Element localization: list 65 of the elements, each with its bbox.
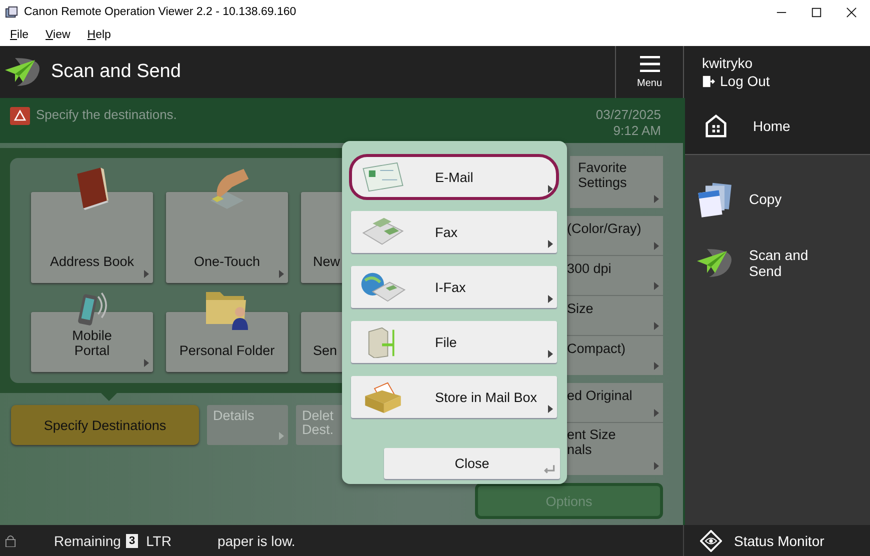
close-button[interactable]: Close (384, 448, 560, 479)
arrow-icon (548, 295, 553, 303)
menu-icon (640, 56, 660, 72)
date-text: 03/27/2025 (596, 107, 661, 123)
user-name: kwitryko (702, 55, 754, 71)
menu-item[interactable]: File (10, 29, 29, 41)
tile-label: Mobile Portal (72, 328, 112, 358)
menu-item[interactable]: Help (87, 29, 111, 41)
logout-button[interactable]: Log Out (702, 73, 770, 89)
arrow-icon (548, 185, 553, 193)
destination-tile[interactable]: One-Touch (166, 192, 288, 283)
arrow-icon (548, 350, 553, 358)
arrow-icon (654, 282, 659, 290)
send-option[interactable]: Store in Mail Box (351, 376, 557, 418)
tile-label: Sen (313, 343, 338, 358)
arrow-icon (654, 409, 659, 417)
paper-size-text: LTR (146, 532, 172, 548)
option-label: File (435, 334, 457, 350)
remaining-label: Remaining (54, 532, 121, 548)
logout-icon (702, 74, 715, 88)
arrow-icon (654, 242, 659, 250)
sidebar-label: Home (753, 118, 790, 134)
action-button[interactable]: Specify Destinations (11, 405, 199, 445)
warning-icon (10, 107, 30, 125)
lock-icon (5, 534, 16, 547)
destination-tile[interactable]: Mobile Portal (31, 312, 153, 372)
arrow-icon (654, 322, 659, 330)
tile-label: New (313, 254, 340, 269)
maximize-icon[interactable] (811, 6, 822, 18)
globe-fax-icon (359, 271, 407, 303)
arrow-icon (548, 240, 553, 248)
destination-tile[interactable]: Address Book (31, 192, 153, 283)
close-icon[interactable] (846, 6, 857, 18)
eye-icon (700, 530, 722, 552)
arrow-icon (654, 362, 659, 370)
arrow-icon (654, 195, 659, 203)
window-title: Canon Remote Operation Viewer 2.2 - 10.138.69.160 (24, 6, 298, 18)
tile-label: One-Touch (194, 254, 260, 269)
status-monitor-button[interactable]: Status Monitor (683, 525, 870, 556)
time-text: 9:12 AM (613, 123, 661, 139)
home-icon (705, 113, 727, 139)
menu-item[interactable]: View (46, 29, 70, 41)
arrow-icon (548, 405, 553, 413)
tile-label: Personal Folder (179, 343, 275, 358)
sidebar-item[interactable]: Copy (685, 167, 870, 231)
destination-tile[interactable]: Personal Folder (166, 312, 288, 372)
option-label: I-Fax (435, 280, 466, 294)
arrow-icon (654, 462, 659, 470)
tile-label: Address Book (50, 254, 134, 269)
setting-button[interactable]: Favorite Settings (570, 156, 663, 208)
status-message: paper is low. (217, 532, 296, 548)
send-option[interactable]: File (351, 321, 557, 363)
sidebar-item[interactable]: Scan and Send (685, 231, 870, 295)
screen-title: Scan and Send (51, 61, 181, 83)
send-option[interactable]: Fax (351, 211, 557, 253)
option-label: Fax (435, 224, 458, 240)
send-option[interactable]: I-Fax (351, 266, 557, 308)
app-icon (5, 6, 18, 18)
option-label: E-Mail (435, 170, 474, 184)
sidebar-label: Scan and Send (749, 247, 808, 279)
return-icon (543, 464, 556, 475)
count-badge: 3 (126, 534, 138, 548)
sidebar-label: Copy (749, 191, 782, 207)
message-text: Specify the destinations. (36, 107, 177, 122)
send-option[interactable]: E-Mail (351, 156, 557, 198)
